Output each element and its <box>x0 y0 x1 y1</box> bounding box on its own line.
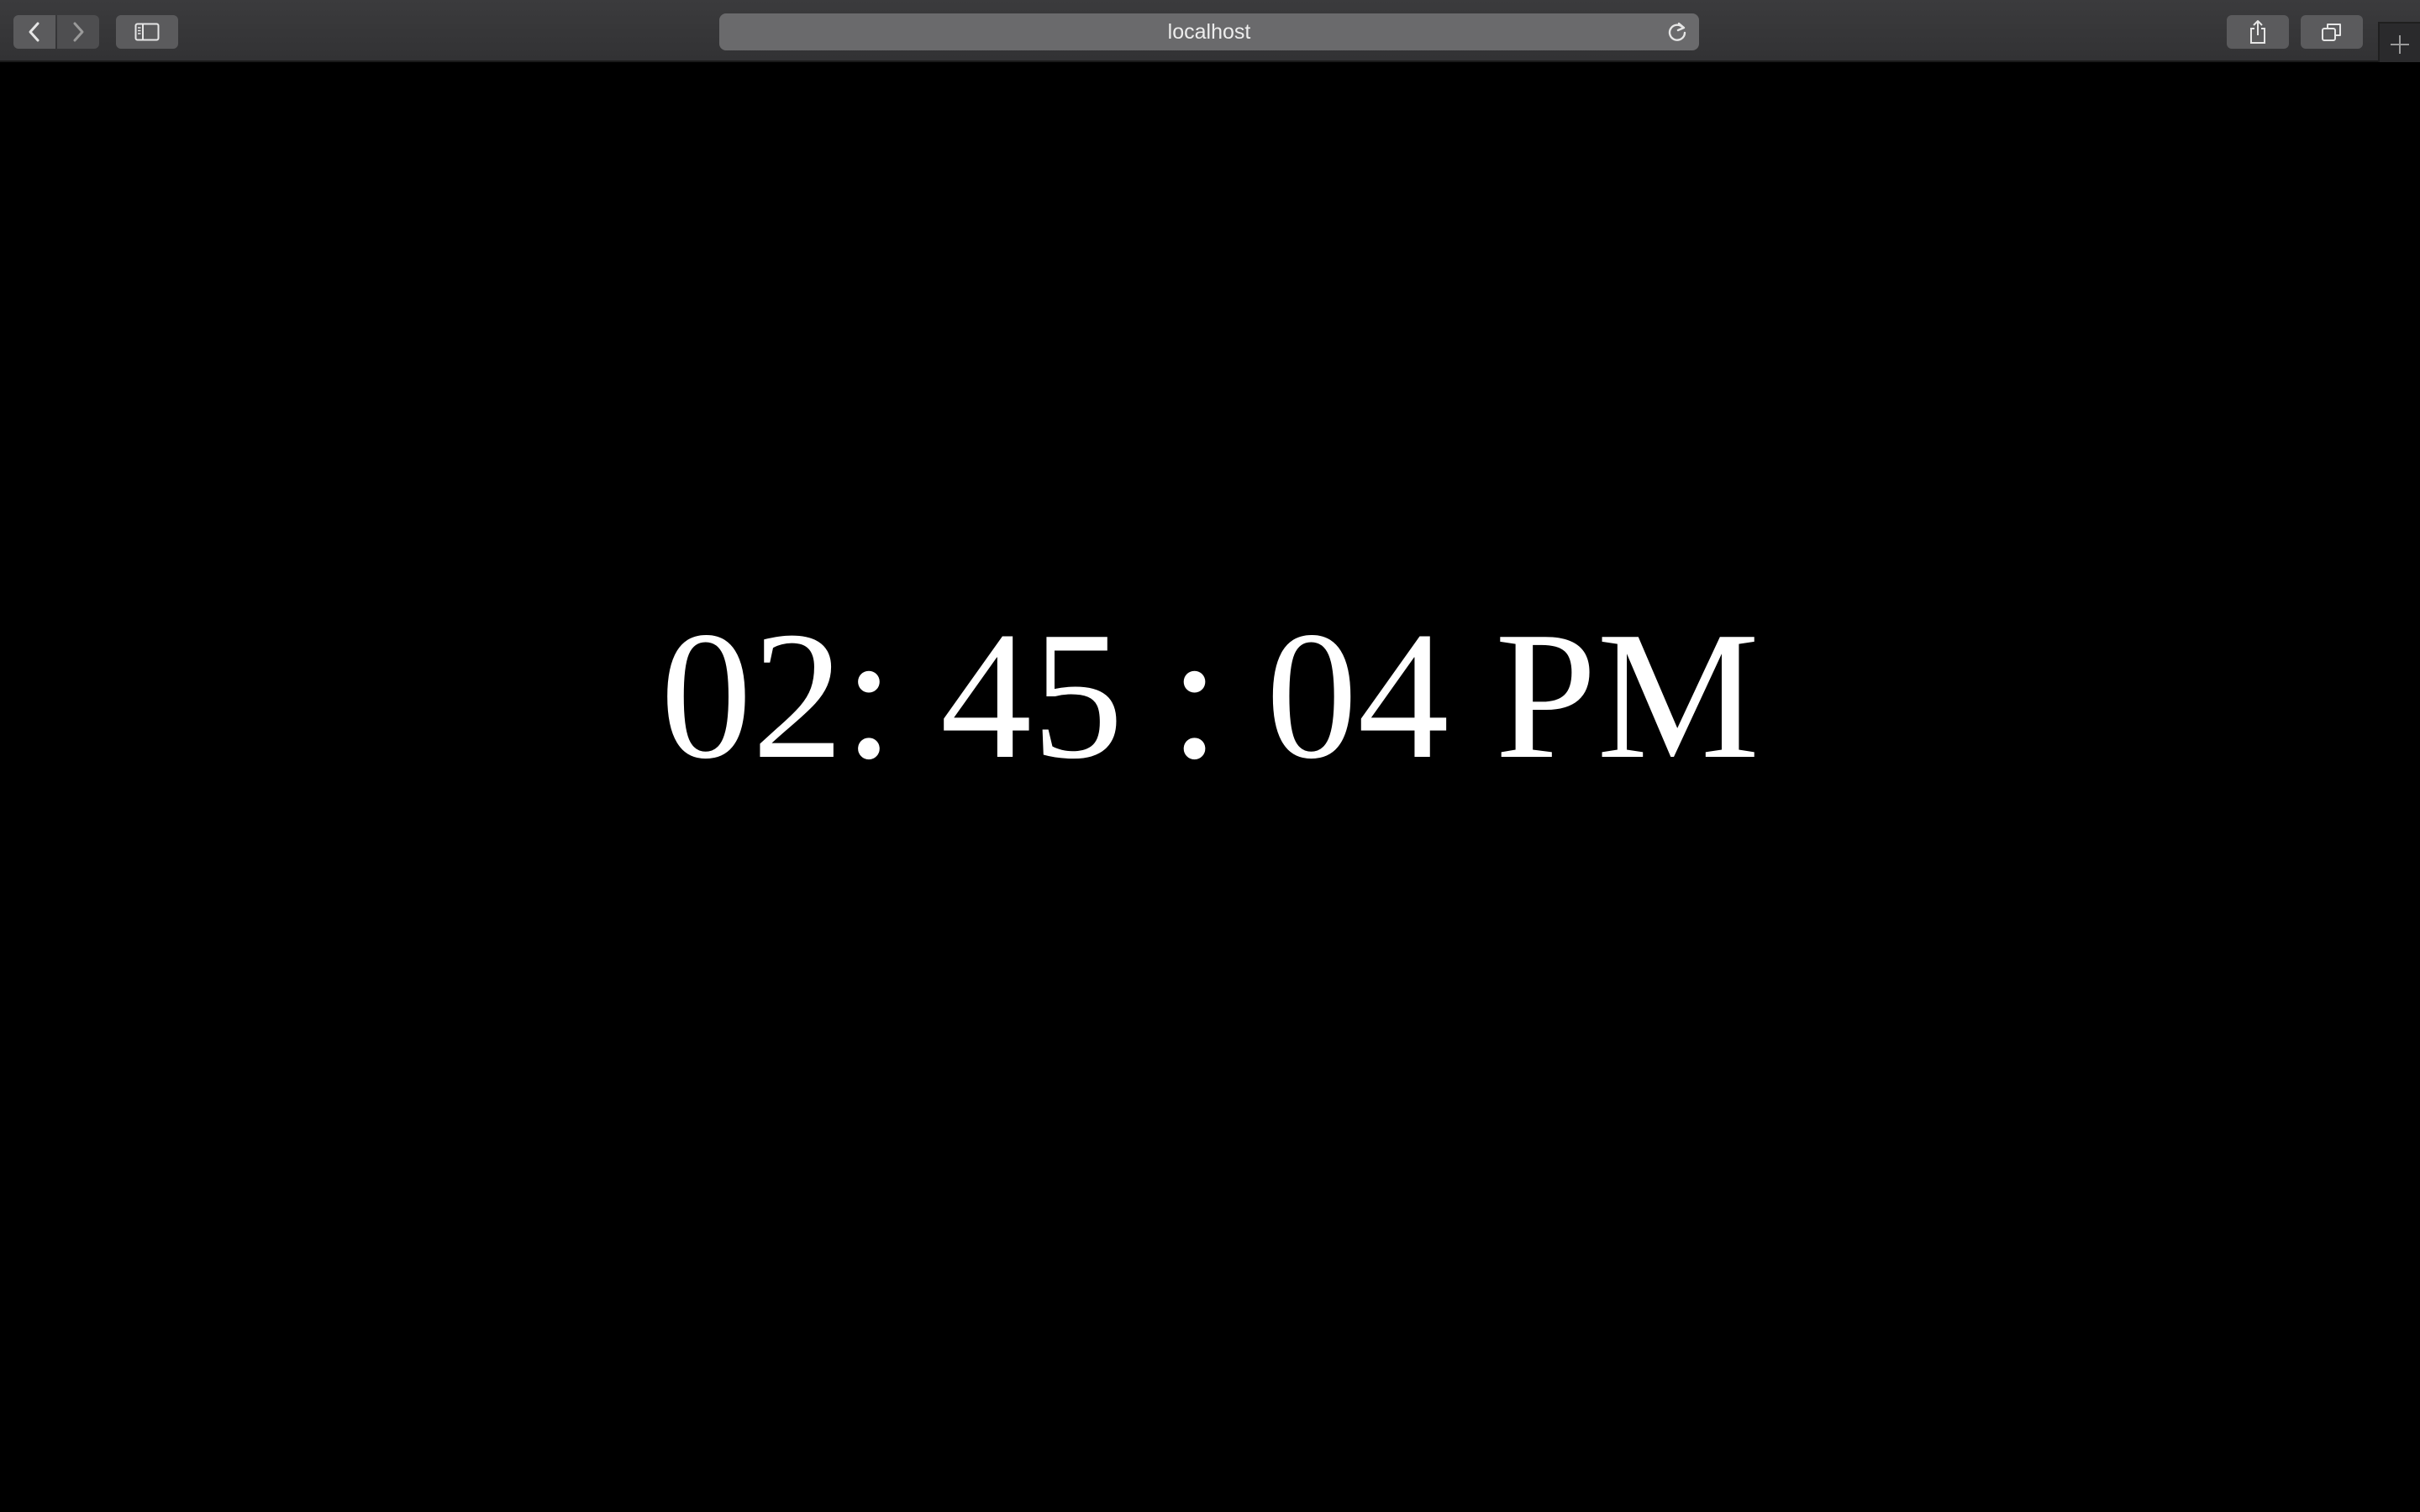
chevron-left-icon <box>29 22 39 42</box>
clock-seconds: 04 <box>1265 595 1449 797</box>
address-text: localhost <box>1167 19 1251 44</box>
forward-button[interactable] <box>57 15 99 49</box>
sidebar-button[interactable] <box>116 15 178 49</box>
clock-minutes: 45 <box>939 595 1123 797</box>
clock-separator: : <box>843 595 940 797</box>
share-icon <box>2250 20 2265 44</box>
digital-clock: 02: 45 : 04 PM <box>0 591 2420 801</box>
plus-icon <box>2391 35 2409 54</box>
reload-icon[interactable] <box>1665 20 1689 44</box>
sidebar-icon <box>134 23 160 41</box>
tabs-overview-button[interactable] <box>2301 15 2363 49</box>
tabs-overview-icon <box>2322 24 2341 41</box>
share-button[interactable] <box>2227 15 2289 49</box>
new-tab-button[interactable] <box>2378 22 2420 62</box>
browser-toolbar: localhost <box>0 0 2420 62</box>
address-bar[interactable]: localhost <box>719 13 1699 50</box>
clock-hours: 02 <box>660 595 844 797</box>
chevron-right-icon <box>73 22 84 42</box>
clock-separator: : <box>1123 595 1266 797</box>
clock-period: PM <box>1495 595 1760 797</box>
page-content: 02: 45 : 04 PM <box>0 62 2420 1512</box>
back-button[interactable] <box>13 15 55 49</box>
